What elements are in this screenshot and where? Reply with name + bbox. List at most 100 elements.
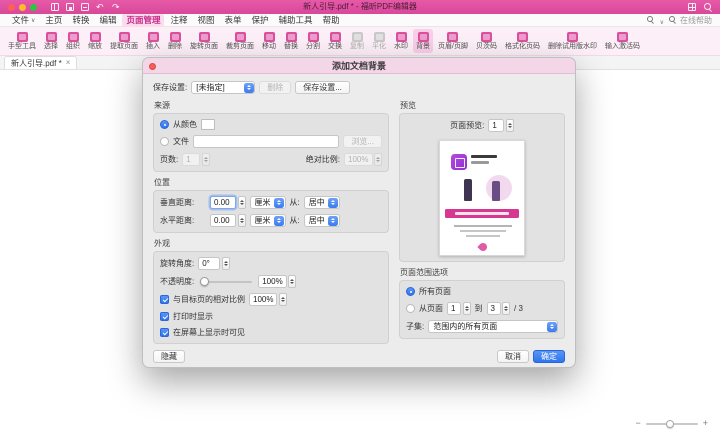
preview-page-stepper[interactable]: 1 bbox=[488, 119, 514, 132]
stepper-arrows-icon[interactable] bbox=[238, 214, 246, 227]
rotation-value[interactable]: 0° bbox=[198, 257, 220, 270]
ribbon-tool[interactable]: 分割 bbox=[303, 29, 323, 53]
range-to-value[interactable]: 3 bbox=[487, 302, 501, 315]
ok-button[interactable]: 确定 bbox=[533, 350, 565, 363]
ribbon-tool[interactable]: 删除试用版水印 bbox=[545, 29, 600, 53]
ribbon-tool[interactable]: 手型工具 bbox=[5, 29, 39, 53]
menu-item[interactable]: 页面管理 bbox=[122, 14, 164, 27]
preview-page-value[interactable]: 1 bbox=[488, 119, 504, 132]
search-tools-icon[interactable] bbox=[647, 16, 655, 24]
range-from-stepper[interactable]: 1 bbox=[447, 302, 471, 315]
help-search[interactable]: 在线帮助 bbox=[669, 15, 712, 26]
ribbon-tool[interactable]: 页眉/页脚 bbox=[435, 29, 471, 53]
horizontal-distance-stepper[interactable]: 0.00 bbox=[210, 214, 246, 227]
zoom-slider[interactable] bbox=[646, 423, 698, 425]
document-tab[interactable]: 新人引导.pdf * × bbox=[4, 56, 77, 69]
window-close-button[interactable] bbox=[8, 4, 15, 11]
save-setting-button[interactable]: 保存设置... bbox=[295, 81, 350, 94]
menu-item[interactable]: 辅助工具 bbox=[275, 14, 317, 27]
ribbon-tool[interactable]: 缩放 bbox=[85, 29, 105, 53]
ribbon-tool[interactable]: 旋转页面 bbox=[187, 29, 221, 53]
save-settings-value: [未指定] bbox=[196, 82, 224, 93]
undo-icon[interactable] bbox=[96, 3, 105, 11]
file-path-input[interactable] bbox=[193, 135, 339, 148]
horizontal-distance-value[interactable]: 0.00 bbox=[210, 214, 236, 227]
menu-item[interactable]: 主页 bbox=[41, 14, 66, 27]
dialog-close-button[interactable] bbox=[149, 63, 156, 70]
window-minimize-button[interactable] bbox=[19, 4, 26, 11]
print-icon[interactable] bbox=[81, 3, 89, 11]
vertical-distance-stepper[interactable]: 0.00 bbox=[210, 196, 246, 209]
zoom-in-button[interactable]: + bbox=[703, 419, 708, 428]
ribbon-tool[interactable]: 插入 bbox=[143, 29, 163, 53]
stepper-arrows-icon[interactable] bbox=[506, 119, 514, 132]
range-from-value[interactable]: 1 bbox=[447, 302, 461, 315]
stepper-arrows-icon[interactable] bbox=[463, 302, 471, 315]
stepper-arrows-icon[interactable] bbox=[222, 257, 230, 270]
page-range-radio[interactable] bbox=[406, 304, 415, 313]
sidebar-toggle-icon[interactable] bbox=[51, 3, 59, 11]
show-on-screen-checkbox[interactable] bbox=[160, 328, 169, 337]
save-icon[interactable] bbox=[66, 3, 74, 11]
layout-grid-icon[interactable] bbox=[688, 3, 696, 11]
relative-scale-stepper[interactable]: 100% bbox=[249, 293, 287, 306]
opacity-stepper[interactable]: 100% bbox=[258, 275, 296, 288]
ribbon-tool[interactable]: 提取页面 bbox=[107, 29, 141, 53]
menu-item[interactable]: 保护 bbox=[248, 14, 273, 27]
menu-item[interactable]: 转换 bbox=[68, 14, 93, 27]
ribbon-tool[interactable]: 交换 bbox=[325, 29, 345, 53]
stepper-arrows-icon[interactable] bbox=[502, 302, 510, 315]
relative-scale-value[interactable]: 100% bbox=[249, 293, 277, 306]
range-to-stepper[interactable]: 3 bbox=[487, 302, 511, 315]
relative-scale-checkbox[interactable] bbox=[160, 295, 169, 304]
rotation-stepper[interactable]: 0° bbox=[198, 257, 230, 270]
tool-label: 选择 bbox=[44, 43, 58, 50]
search-icon[interactable] bbox=[704, 3, 712, 11]
popup-arrows-icon bbox=[547, 322, 557, 332]
opacity-slider-knob[interactable] bbox=[200, 277, 209, 286]
redo-icon[interactable] bbox=[112, 3, 121, 11]
vertical-distance-value[interactable]: 0.00 bbox=[210, 196, 236, 209]
window-zoom-button[interactable] bbox=[30, 4, 37, 11]
menu-item[interactable]: 表单 bbox=[221, 14, 246, 27]
horizontal-unit-select[interactable]: 厘米 bbox=[250, 214, 286, 227]
show-when-print-checkbox[interactable] bbox=[160, 312, 169, 321]
background-color-swatch[interactable] bbox=[201, 119, 215, 130]
horizontal-from-select[interactable]: 居中 bbox=[304, 214, 340, 227]
save-settings-select[interactable]: [未指定] bbox=[191, 81, 255, 94]
ribbon-tool[interactable]: 选择 bbox=[41, 29, 61, 53]
from-file-radio[interactable] bbox=[160, 137, 169, 146]
vertical-unit-select[interactable]: 厘米 bbox=[250, 196, 286, 209]
ribbon-tool[interactable]: 删除 bbox=[165, 29, 185, 53]
opacity-slider[interactable] bbox=[200, 281, 252, 283]
ribbon-tool[interactable]: 裁剪页面 bbox=[223, 29, 257, 53]
menu-item[interactable]: 帮助 bbox=[319, 14, 344, 27]
ribbon-tool[interactable]: 组织 bbox=[63, 29, 83, 53]
zoom-slider-knob[interactable] bbox=[666, 420, 674, 428]
hide-button[interactable]: 隐藏 bbox=[153, 350, 185, 363]
stepper-arrows-icon[interactable] bbox=[288, 275, 296, 288]
zoom-out-button[interactable]: − bbox=[635, 419, 640, 428]
stepper-arrows-icon[interactable] bbox=[279, 293, 287, 306]
ribbon-tool[interactable]: 背景 bbox=[413, 29, 433, 53]
opacity-value[interactable]: 100% bbox=[258, 275, 286, 288]
subset-select[interactable]: 范围内的所有页面 bbox=[428, 320, 558, 333]
tab-close-icon[interactable]: × bbox=[66, 59, 71, 67]
ribbon-tool[interactable]: 复制 bbox=[347, 29, 367, 53]
ribbon-tool[interactable]: 贝茨码 bbox=[473, 29, 500, 53]
vertical-from-select[interactable]: 居中 bbox=[304, 196, 340, 209]
ribbon-tool[interactable]: 输入激活码 bbox=[602, 29, 643, 53]
menu-item[interactable]: 视图 bbox=[194, 14, 219, 27]
cancel-button[interactable]: 取消 bbox=[497, 350, 529, 363]
ribbon-tool[interactable]: 平化 bbox=[369, 29, 389, 53]
stepper-arrows-icon[interactable] bbox=[238, 196, 246, 209]
menu-item[interactable]: 编辑 bbox=[95, 14, 120, 27]
all-pages-radio[interactable] bbox=[406, 287, 415, 296]
menu-item[interactable]: 文件 bbox=[8, 14, 39, 27]
ribbon-tool[interactable]: 替换 bbox=[281, 29, 301, 53]
ribbon-tool[interactable]: 格式化页码 bbox=[502, 29, 543, 53]
from-color-radio[interactable] bbox=[160, 120, 169, 129]
menu-item[interactable]: 注释 bbox=[166, 14, 191, 27]
ribbon-tool[interactable]: 移动 bbox=[259, 29, 279, 53]
ribbon-tool[interactable]: 水印 bbox=[391, 29, 411, 53]
